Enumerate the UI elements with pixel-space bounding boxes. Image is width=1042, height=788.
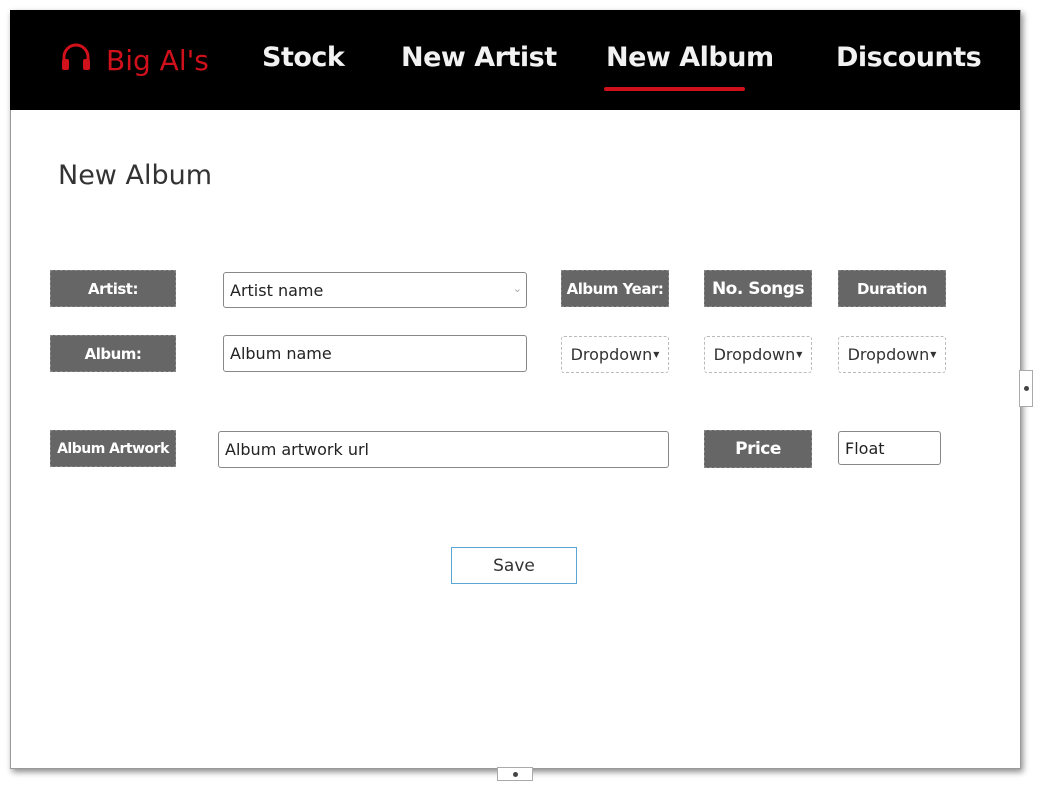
album-artwork-input[interactable]: Album artwork url <box>218 431 669 468</box>
duration-dropdown[interactable]: Dropdown ▼ <box>838 336 946 373</box>
nav-stock[interactable]: Stock <box>262 42 345 73</box>
nav-discounts[interactable]: Discounts <box>836 42 982 73</box>
nav-new-artist[interactable]: New Artist <box>401 42 557 73</box>
price-label: Price <box>704 430 812 468</box>
artist-select[interactable]: Artist name ⌄ <box>223 272 527 308</box>
brand-logo[interactable]: Big Al's <box>60 42 209 79</box>
caret-down-icon: ▼ <box>653 350 660 359</box>
caret-down-icon: ▼ <box>930 350 937 359</box>
no-songs-label: No. Songs <box>704 270 812 307</box>
handle-dot-icon <box>1023 386 1029 391</box>
active-tab-indicator <box>604 87 745 91</box>
headphones-icon <box>60 42 92 79</box>
resize-handle-right[interactable] <box>1019 370 1033 407</box>
dropdown-value: Dropdown <box>847 345 930 364</box>
brand-name: Big Al's <box>106 44 209 77</box>
caret-down-icon: ▼ <box>796 350 803 359</box>
no-songs-dropdown[interactable]: Dropdown ▼ <box>704 336 812 373</box>
album-year-dropdown[interactable]: Dropdown ▼ <box>561 336 669 373</box>
album-artwork-label: Album Artwork <box>50 430 176 467</box>
dropdown-value: Dropdown <box>570 345 653 364</box>
artist-label: Artist: <box>50 270 176 307</box>
page-title: New Album <box>58 160 212 191</box>
album-name-input[interactable]: Album name <box>223 335 527 372</box>
handle-dot-icon <box>512 771 518 777</box>
duration-label: Duration <box>838 270 946 307</box>
price-input[interactable]: Float <box>838 431 941 465</box>
nav-new-album[interactable]: New Album <box>606 42 774 73</box>
save-button[interactable]: Save <box>451 547 577 584</box>
album-label: Album: <box>50 335 176 372</box>
chevron-down-icon: ⌄ <box>512 282 522 295</box>
album-year-label: Album Year: <box>561 270 669 307</box>
dropdown-value: Dropdown <box>713 345 796 364</box>
page-frame <box>10 10 1021 769</box>
artist-select-value: Artist name <box>230 280 324 300</box>
resize-handle-bottom[interactable] <box>497 767 533 781</box>
